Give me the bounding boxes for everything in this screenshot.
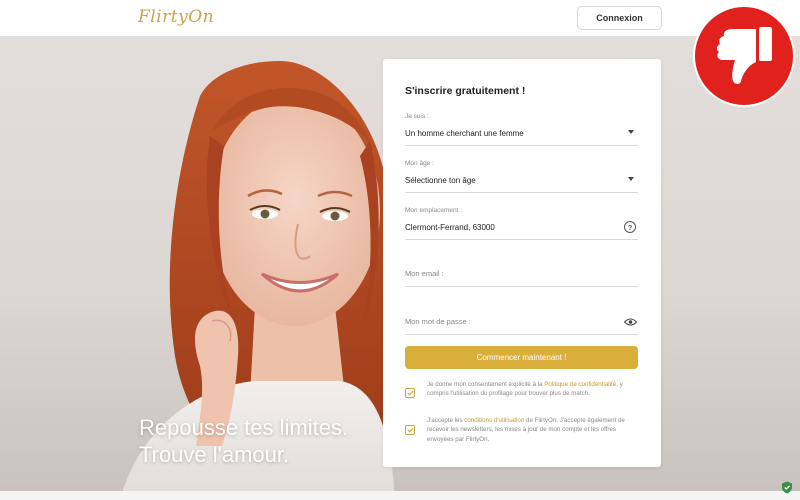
gender-value: Un homme cherchant une femme: [405, 129, 524, 138]
hero-title-line2: Trouve l'amour.: [139, 442, 290, 467]
top-bar: FlirtyOn Connexion: [0, 0, 800, 36]
age-label: Mon âge :: [405, 160, 434, 167]
age-value: Sélectionne ton âge: [405, 176, 476, 185]
check-icon: [406, 390, 414, 396]
gender-label: Je suis :: [405, 113, 429, 120]
chevron-down-icon: [628, 130, 634, 134]
help-icon[interactable]: ?: [624, 221, 636, 233]
privacy-consent-text: Je donne mon consentement explicite à la…: [427, 381, 623, 398]
location-label: Mon emplacement :: [405, 207, 463, 214]
gender-select[interactable]: Je suis : Un homme cherchant une femme: [405, 113, 638, 146]
location-field[interactable]: Mon emplacement : Clermont-Ferrand, 6300…: [405, 207, 638, 240]
chevron-down-icon: [628, 177, 634, 181]
hero-title: Repousse tes limites. Trouve l'amour.: [139, 414, 348, 468]
signup-title: S'inscrire gratuitement !: [405, 85, 526, 97]
eye-icon[interactable]: [624, 318, 637, 326]
password-field[interactable]: Mon mot de passe :: [405, 317, 638, 335]
signup-card: S'inscrire gratuitement ! Je suis : Un h…: [383, 59, 661, 467]
password-placeholder: Mon mot de passe :: [405, 317, 471, 326]
logo[interactable]: FlirtyOn: [138, 7, 214, 27]
hero-title-line1: Repousse tes limites.: [139, 415, 349, 440]
shield-icon[interactable]: [781, 481, 793, 494]
start-now-button[interactable]: Commencer maintenant !: [405, 346, 638, 369]
terms-link[interactable]: conditions d'utilisation: [464, 417, 524, 424]
terms-consent-text: J'accepte les conditions d'utilisation d…: [427, 417, 625, 443]
field-underline: [405, 334, 638, 335]
field-underline: [405, 239, 638, 240]
login-button[interactable]: Connexion: [577, 6, 662, 30]
bottom-strip: [0, 491, 800, 500]
privacy-policy-link[interactable]: Politique de confidentialité: [544, 381, 616, 388]
field-underline: [405, 145, 638, 146]
check-icon: [406, 427, 414, 433]
privacy-checkbox[interactable]: [405, 388, 415, 398]
thumbs-down-icon: [693, 5, 795, 107]
terms-checkbox[interactable]: [405, 425, 415, 435]
age-select[interactable]: Mon âge : Sélectionne ton âge: [405, 160, 638, 193]
email-placeholder: Mon email :: [405, 269, 444, 278]
field-underline: [405, 286, 638, 287]
location-value: Clermont-Ferrand, 63000: [405, 223, 495, 232]
field-underline: [405, 192, 638, 193]
email-field[interactable]: Mon email :: [405, 269, 638, 287]
